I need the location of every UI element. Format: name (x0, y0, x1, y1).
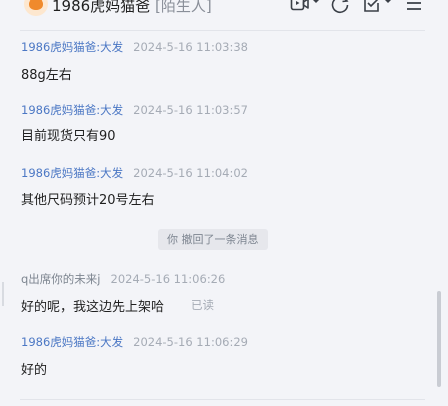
video-call-icon[interactable] (290, 0, 310, 14)
recall-notice: 你 撤回了一条消息 (158, 229, 268, 250)
contact-name: 1986虎妈猫爸 (52, 0, 151, 15)
message-text[interactable]: 88g左右 (21, 64, 72, 83)
message-meta: q出席你的未来j 2024-5-16 11:06:26 (21, 271, 225, 287)
history-icon[interactable] (330, 0, 350, 14)
message-meta: 1986虎妈猫爸:大发 2024-5-16 11:03:57 (21, 102, 248, 118)
chevron-down-icon[interactable] (384, 0, 392, 14)
chat-header: 1986虎妈猫爸 [陌生人] (0, 0, 448, 22)
task-check-icon[interactable] (362, 0, 382, 14)
message-text[interactable]: 好的 (21, 359, 47, 378)
header-divider (20, 30, 425, 31)
message-time: 2024-5-16 11:06:29 (133, 335, 248, 349)
message-sender[interactable]: 1986虎妈猫爸:大发 (21, 103, 123, 117)
message-time: 2024-5-16 11:06:26 (110, 272, 226, 286)
message-meta: 1986虎妈猫爸:大发 2024-5-16 11:03:38 (21, 39, 248, 55)
contact-tag: [陌生人] (154, 0, 212, 15)
message-sender[interactable]: 1986虎妈猫爸:大发 (21, 166, 123, 180)
selection-marker (2, 282, 4, 306)
message-sender[interactable]: q出席你的未来j (21, 272, 101, 286)
message-text[interactable]: 其他尺码预计20号左右 (21, 189, 155, 208)
message-meta: 1986虎妈猫爸:大发 2024-5-16 11:06:29 (21, 334, 248, 350)
message-sender[interactable]: 1986虎妈猫爸:大发 (21, 335, 123, 349)
input-divider (20, 399, 425, 400)
read-status: 已读 (191, 298, 214, 312)
chat-title: 1986虎妈猫爸 [陌生人] (52, 0, 212, 16)
avatar-face (29, 0, 43, 10)
message-sender[interactable]: 1986虎妈猫爸:大发 (21, 40, 123, 54)
chevron-down-icon[interactable] (312, 0, 320, 14)
message-time: 2024-5-16 11:04:02 (133, 166, 248, 180)
message-time: 2024-5-16 11:03:38 (133, 40, 248, 54)
menu-icon[interactable] (405, 0, 423, 14)
message-meta: 1986虎妈猫爸:大发 2024-5-16 11:04:02 (21, 165, 248, 181)
scrollbar[interactable] (437, 291, 441, 387)
message-time: 2024-5-16 11:03:57 (133, 103, 248, 117)
message-text[interactable]: 目前现货只有90 (21, 125, 116, 144)
avatar[interactable] (24, 0, 48, 16)
message-text[interactable]: 好的呢，我这边先上架哈 (21, 296, 164, 315)
